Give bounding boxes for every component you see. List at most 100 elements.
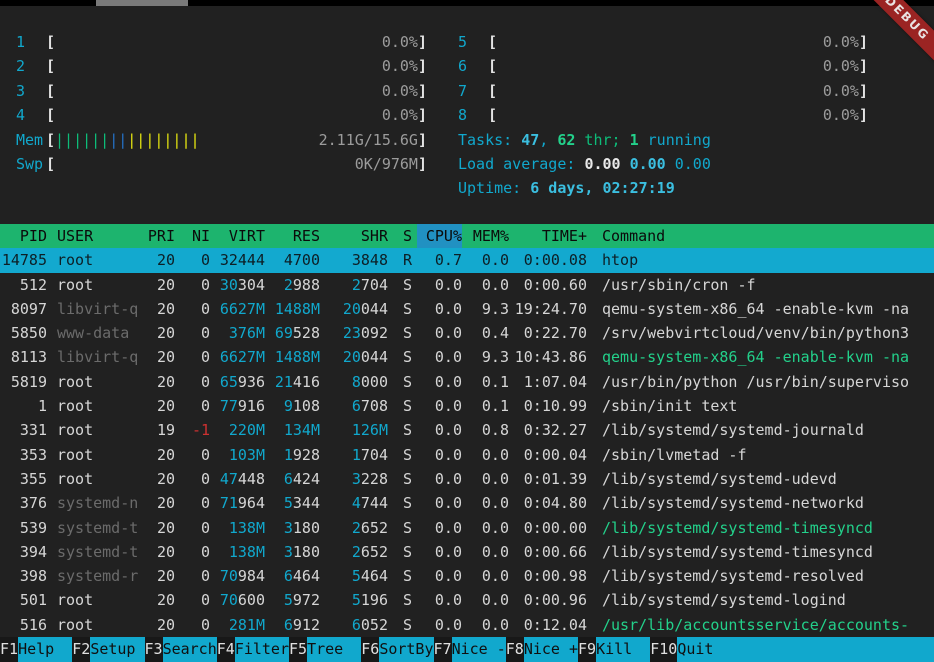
column-header-time[interactable]: TIME+ [513,224,587,248]
process-row[interactable]: 501root2007060059725196S0.00.00:00.96/li… [0,588,934,612]
cpu-meter-1-value: 0.0% [382,30,418,54]
cell-cpu-percent: 0.0 [420,564,462,588]
process-row[interactable]: 394systemd-t200138M31802652S0.00.00:00.6… [0,540,934,564]
process-row[interactable]: 539systemd-t200138M31802652S0.00.00:00.0… [0,516,934,540]
process-row[interactable]: 331root19-1220M134M126MS0.00.80:32.27/li… [0,418,934,442]
cell-mem-percent: 0.0 [467,248,509,272]
load-average-segment: Load average: [458,155,584,173]
cell-time: 19:24.70 [513,297,587,321]
fnaction-filter[interactable]: Filter [235,637,289,662]
process-row[interactable]: 376systemd-n2007196453444744S0.00.00:04.… [0,491,934,515]
column-header-user[interactable]: USER [57,224,142,248]
process-row[interactable]: 1root2007791691086708S0.00.10:10.99/sbin… [0,394,934,418]
process-row[interactable]: 14785root2003244447003848R0.70.00:00.08h… [0,248,934,272]
cell-res: 3180 [272,516,320,540]
cell-mem-percent: 0.0 [467,516,509,540]
fnaction-kill[interactable]: Kill [596,637,650,662]
memory-meter: Mem[||||||||||||||||2.11G/15.6G] [16,128,427,152]
fnkey-f3[interactable]: F3 [145,637,163,662]
cpu-meter-1-label: 1 [16,30,46,54]
column-header-pid[interactable]: PID [0,224,47,248]
column-header-virt[interactable]: VIRT [218,224,265,248]
cell-command: htop [602,248,934,272]
process-row[interactable]: 398systemd-r2007098464645464S0.00.00:00.… [0,564,934,588]
column-header-pri[interactable]: PRI [145,224,175,248]
fnkey-f10[interactable]: F10 [650,637,677,662]
fnkey-f9[interactable]: F9 [578,637,596,662]
cell-cpu-percent: 0.0 [420,394,462,418]
fnaction-search[interactable]: Search [163,637,217,662]
cell-pri: 19 [145,418,175,442]
meter-open-bracket: [ [46,128,55,152]
cell-shr: 6708 [327,394,388,418]
column-header-mem[interactable]: MEM% [467,224,509,248]
cell-virt: 70600 [218,588,265,612]
column-header-s[interactable]: S [403,224,415,248]
process-row[interactable]: 355root2004744864243228S0.00.00:01.39/li… [0,467,934,491]
column-header-res[interactable]: RES [272,224,320,248]
fnkey-f7[interactable]: F7 [434,637,452,662]
column-header-cmd[interactable]: Command [602,224,934,248]
cell-time: 0:00.00 [513,516,587,540]
cell-time: 0:32.27 [513,418,587,442]
swap-meter: Swp[0K/976M] [16,152,427,176]
cell-pri: 20 [145,588,175,612]
cell-user: root [57,248,142,272]
meter-open-bracket: [ [46,152,55,176]
process-row[interactable]: 8097libvirt-q2006627M1488M20044S0.09.319… [0,297,934,321]
cell-state: S [403,370,415,394]
cell-cpu-percent: 0.0 [420,273,462,297]
cell-pid: 398 [0,564,47,588]
fnkey-f1[interactable]: F1 [0,637,18,662]
cpu-meter-2-value: 0.0% [382,54,418,78]
fnkey-f8[interactable]: F8 [506,637,524,662]
meter-open-bracket: [ [46,30,55,54]
cpu-meter-5-label: 5 [458,30,488,54]
fnkey-f2[interactable]: F2 [72,637,90,662]
cell-shr: 5196 [327,588,388,612]
cell-ni: 0 [180,370,210,394]
column-header-cpu[interactable]: CPU% [417,224,462,248]
cell-time: 0:00.08 [513,248,587,272]
fnkey-f5[interactable]: F5 [289,637,307,662]
fnaction-nice-[interactable]: Nice + [524,637,578,662]
cell-mem-percent: 0.1 [467,394,509,418]
load-average-segment: 0.00 [675,155,711,173]
cell-pri: 20 [145,540,175,564]
fnkey-f6[interactable]: F6 [361,637,379,662]
cell-shr: 2704 [327,273,388,297]
cell-shr: 8000 [327,370,388,394]
column-header-shr[interactable]: SHR [327,224,388,248]
process-row[interactable]: 5819root20065936214168000S0.00.11:07.04/… [0,370,934,394]
cell-mem-percent: 0.0 [467,564,509,588]
process-row[interactable]: 8113libvirt-q2006627M1488M20044S0.09.310… [0,345,934,369]
process-row[interactable]: 5850www-data200376M6952823092S0.00.40:22… [0,321,934,345]
cell-state: S [403,297,415,321]
fnaction-tree[interactable]: Tree [307,637,361,662]
cpu-meter-3-bars [55,79,382,103]
process-table: PIDUSERPRINIVIRTRESSHRSCPU%MEM%TIME+Comm… [0,224,934,637]
cpu-meter-4-body: 0.0% [55,103,418,127]
cpu-meter-4-label: 4 [16,103,46,127]
cell-mem-percent: 0.1 [467,370,509,394]
cell-mem-percent: 0.4 [467,321,509,345]
fnaction-help[interactable]: Help [18,637,72,662]
cell-state: S [403,491,415,515]
fnaction-setup[interactable]: Setup [90,637,144,662]
process-row[interactable]: 516root200281M69126052S0.00.00:12.04/usr… [0,613,934,637]
memory-meter-label: Mem [16,128,46,152]
column-header-ni[interactable]: NI [180,224,210,248]
process-row[interactable]: 353root200103M19281704S0.00.00:00.04/sbi… [0,443,934,467]
process-row[interactable]: 512root2003030429882704S0.00.00:00.60/us… [0,273,934,297]
fnaction-sortby[interactable]: SortBy [379,637,433,662]
fnaction-quit[interactable]: Quit [677,637,934,662]
meter-close-bracket: ] [418,79,427,103]
cell-res: 3180 [272,540,320,564]
fnaction-nice-[interactable]: Nice - [452,637,506,662]
memory-meter-bars: |||||||||||||||| [55,128,319,152]
cell-virt: 6627M [218,297,265,321]
cell-ni: 0 [180,613,210,637]
cell-time: 0:00.98 [513,564,587,588]
fnkey-f4[interactable]: F4 [217,637,235,662]
cell-command: /lib/systemd/systemd-timesyncd [602,540,934,564]
